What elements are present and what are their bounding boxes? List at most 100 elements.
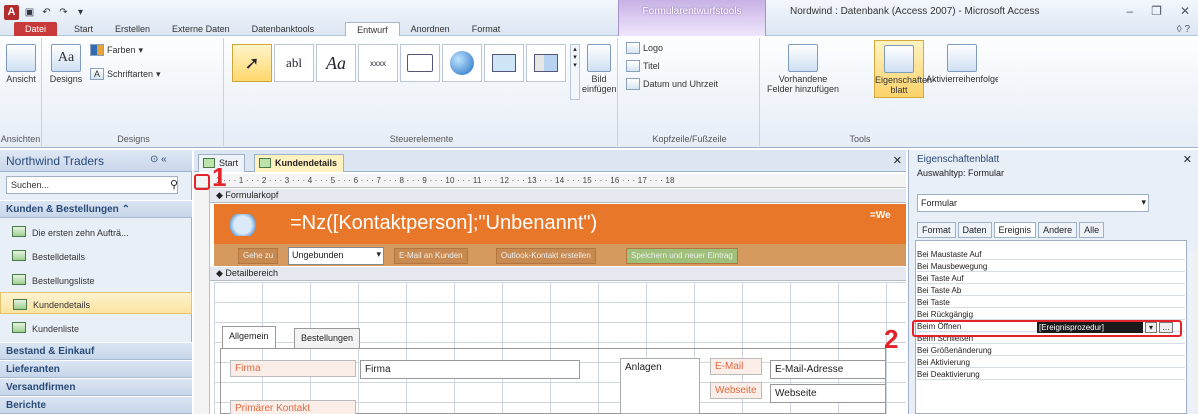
access-app-icon[interactable]: A: [4, 4, 19, 20]
colors-icon: [90, 44, 104, 56]
save-icon[interactable]: ▣: [23, 6, 36, 19]
prop-row[interactable]: Bei Aktivierung: [917, 358, 1185, 368]
goto-combo[interactable]: Ungebunden ▾: [288, 247, 384, 265]
group-steuerelemente: ➚ abl Aa xxxx ▴ ▾ ▾ Bild einfügen Steuerel…: [226, 38, 618, 146]
email-kunde-button[interactable]: E-Mail an Kunden: [394, 248, 468, 264]
property-sheet-icon: [884, 45, 914, 73]
prop-row[interactable]: Bei Deaktivierung: [917, 370, 1185, 380]
close-property-sheet-icon[interactable]: ✕: [1183, 153, 1192, 166]
ribbon-tabs: Datei Start Erstellen Externe Daten Date…: [0, 22, 511, 36]
eigenschaftenblatt-button[interactable]: Eigenschaften-blatt: [874, 40, 935, 98]
web-browser-tool[interactable]: [484, 44, 524, 82]
tab-control-tool[interactable]: [400, 44, 440, 82]
prop-tab-andere[interactable]: Andere: [1038, 222, 1078, 238]
prop-row[interactable]: Bei Maustaste Auf: [917, 250, 1185, 260]
select-tool-icon[interactable]: ➚: [232, 44, 272, 82]
speichern-neu-button[interactable]: Speichern und neuer Eintrag: [626, 248, 738, 264]
help-icon[interactable]: ◊ ?: [1177, 24, 1190, 35]
nav-item-top10[interactable]: Die ersten zehn Aufträ...: [0, 220, 192, 242]
tab-datenbanktools[interactable]: Datenbanktools: [241, 22, 326, 36]
nav-section-kunden[interactable]: Kunden & Bestellungen ⌃: [0, 200, 192, 218]
nav-section-versandfirmen[interactable]: Versandfirmen: [0, 378, 192, 396]
schriftarten-button[interactable]: A Schriftarten ▾: [90, 68, 161, 80]
tab-externe-daten[interactable]: Externe Daten: [161, 22, 241, 36]
prop-row[interactable]: Bei Taste: [917, 298, 1185, 308]
object-select[interactable]: Formular ▾: [917, 194, 1149, 212]
tab-anordnen[interactable]: Anordnen: [400, 22, 461, 36]
farben-button[interactable]: Farben ▾: [90, 44, 143, 56]
prop-row[interactable]: Bei Taste Ab: [917, 286, 1185, 296]
tab-start[interactable]: Start: [63, 22, 104, 36]
nav-item-bestelldetails[interactable]: Bestelldetails: [0, 244, 192, 266]
section-formularkopf[interactable]: ◆ Formularkopf: [210, 189, 906, 203]
textbox-tool[interactable]: abl: [274, 44, 314, 82]
chevron-down-icon[interactable]: ▾: [376, 249, 381, 260]
nav-item-kundendetails[interactable]: Kundendetails: [0, 292, 192, 314]
form-tab-allgemein[interactable]: Allgemein: [222, 326, 276, 348]
prop-tab-alle[interactable]: Alle: [1079, 222, 1105, 238]
property-scrollbar[interactable]: [1189, 250, 1197, 410]
nav-search-input[interactable]: Suchen...: [6, 176, 178, 194]
hyperlink-tool[interactable]: [442, 44, 482, 82]
prop-tab-ereignis[interactable]: Ereignis: [993, 222, 1037, 238]
tab-erstellen[interactable]: Erstellen: [104, 22, 161, 36]
prop-tab-daten[interactable]: Daten: [957, 222, 992, 238]
tab-format[interactable]: Format: [461, 22, 512, 36]
firma-label[interactable]: Firma: [230, 360, 356, 377]
form-icon: [12, 322, 26, 333]
nav-collapse-icon[interactable]: ⊙ «: [150, 154, 167, 165]
header-logo-icon[interactable]: [224, 214, 258, 236]
logo-button[interactable]: Logo: [626, 42, 663, 54]
nav-section-bestand[interactable]: Bestand & Einkauf: [0, 342, 192, 360]
vorhandene-felder-button[interactable]: Vorhandene Felder hinzufügen: [766, 44, 840, 94]
prop-row[interactable]: Bei Rückgängig: [917, 310, 1185, 320]
bild-einfuegen-button[interactable]: Bild einfügen: [582, 44, 617, 94]
customize-qat-icon[interactable]: ▾: [74, 6, 87, 19]
header-right-field[interactable]: =We: [870, 210, 891, 221]
header-expression[interactable]: =Nz([Kontaktperson];"Unbenannt"): [290, 212, 597, 235]
tab-datei[interactable]: Datei: [14, 22, 58, 36]
designs-button[interactable]: Aa Designs: [48, 44, 84, 84]
email-field[interactable]: E-Mail-Adresse: [770, 360, 886, 379]
titel-button[interactable]: Titel: [626, 60, 660, 72]
redo-icon[interactable]: ↷: [57, 6, 70, 19]
anlagen-field[interactable]: Anlagen: [620, 358, 700, 414]
close-icon[interactable]: ✕: [1180, 4, 1190, 18]
search-icon[interactable]: ⚲: [170, 178, 178, 191]
restore-icon[interactable]: ❐: [1151, 4, 1162, 18]
primaerer-kontakt-label[interactable]: Primärer Kontakt: [230, 400, 356, 414]
navigation-tool[interactable]: [526, 44, 566, 82]
datum-uhrzeit-button[interactable]: Datum und Uhrzeit: [626, 78, 718, 90]
nav-item-bestellungsliste[interactable]: Bestellungsliste: [0, 268, 192, 290]
firma-field[interactable]: Firma: [360, 360, 580, 379]
ansicht-button[interactable]: Ansicht: [4, 44, 38, 84]
prop-row[interactable]: Bei Größenänderung: [917, 346, 1185, 356]
doc-tab-kundendetails[interactable]: Kundendetails: [254, 154, 345, 172]
vertical-ruler: [194, 188, 210, 414]
prop-row[interactable]: Bei Mausbewegung: [917, 262, 1185, 272]
minimize-icon[interactable]: –: [1126, 4, 1133, 18]
form-tab-bestellungen[interactable]: Bestellungen: [294, 328, 361, 348]
label-tool[interactable]: Aa: [316, 44, 356, 82]
chevron-down-icon[interactable]: ▾: [1141, 197, 1146, 208]
tab-entwurf[interactable]: Entwurf: [345, 22, 400, 36]
undo-icon[interactable]: ↶: [40, 6, 53, 19]
prop-row[interactable]: Bei Taste Auf: [917, 274, 1185, 284]
nav-item-kundenliste[interactable]: Kundenliste: [0, 316, 192, 338]
section-detailbereich[interactable]: ◆ Detailbereich: [210, 267, 906, 281]
callout-number-1: 1: [212, 162, 227, 192]
controls-gallery-scroll[interactable]: ▴ ▾ ▾: [570, 44, 580, 100]
navigation-pane: Northwind Traders ⊙ « Suchen... ⚲ Kunden…: [0, 150, 192, 414]
button-tool[interactable]: xxxx: [358, 44, 398, 82]
email-label[interactable]: E-Mail: [710, 358, 762, 375]
form-icon: [12, 274, 26, 285]
nav-section-berichte[interactable]: Berichte: [0, 396, 192, 414]
webseite-field[interactable]: Webseite: [770, 384, 886, 403]
prop-tab-format[interactable]: Format: [917, 222, 956, 238]
nav-section-lieferanten[interactable]: Lieferanten: [0, 360, 192, 378]
webseite-label[interactable]: Webseite: [710, 382, 762, 399]
close-document-icon[interactable]: ✕: [893, 154, 902, 167]
outlook-kontakt-button[interactable]: Outlook-Kontakt erstellen: [496, 248, 596, 264]
form-icon: [13, 299, 27, 310]
aktivierreihenfolge-button[interactable]: Aktivierreihenfolge: [926, 44, 998, 84]
